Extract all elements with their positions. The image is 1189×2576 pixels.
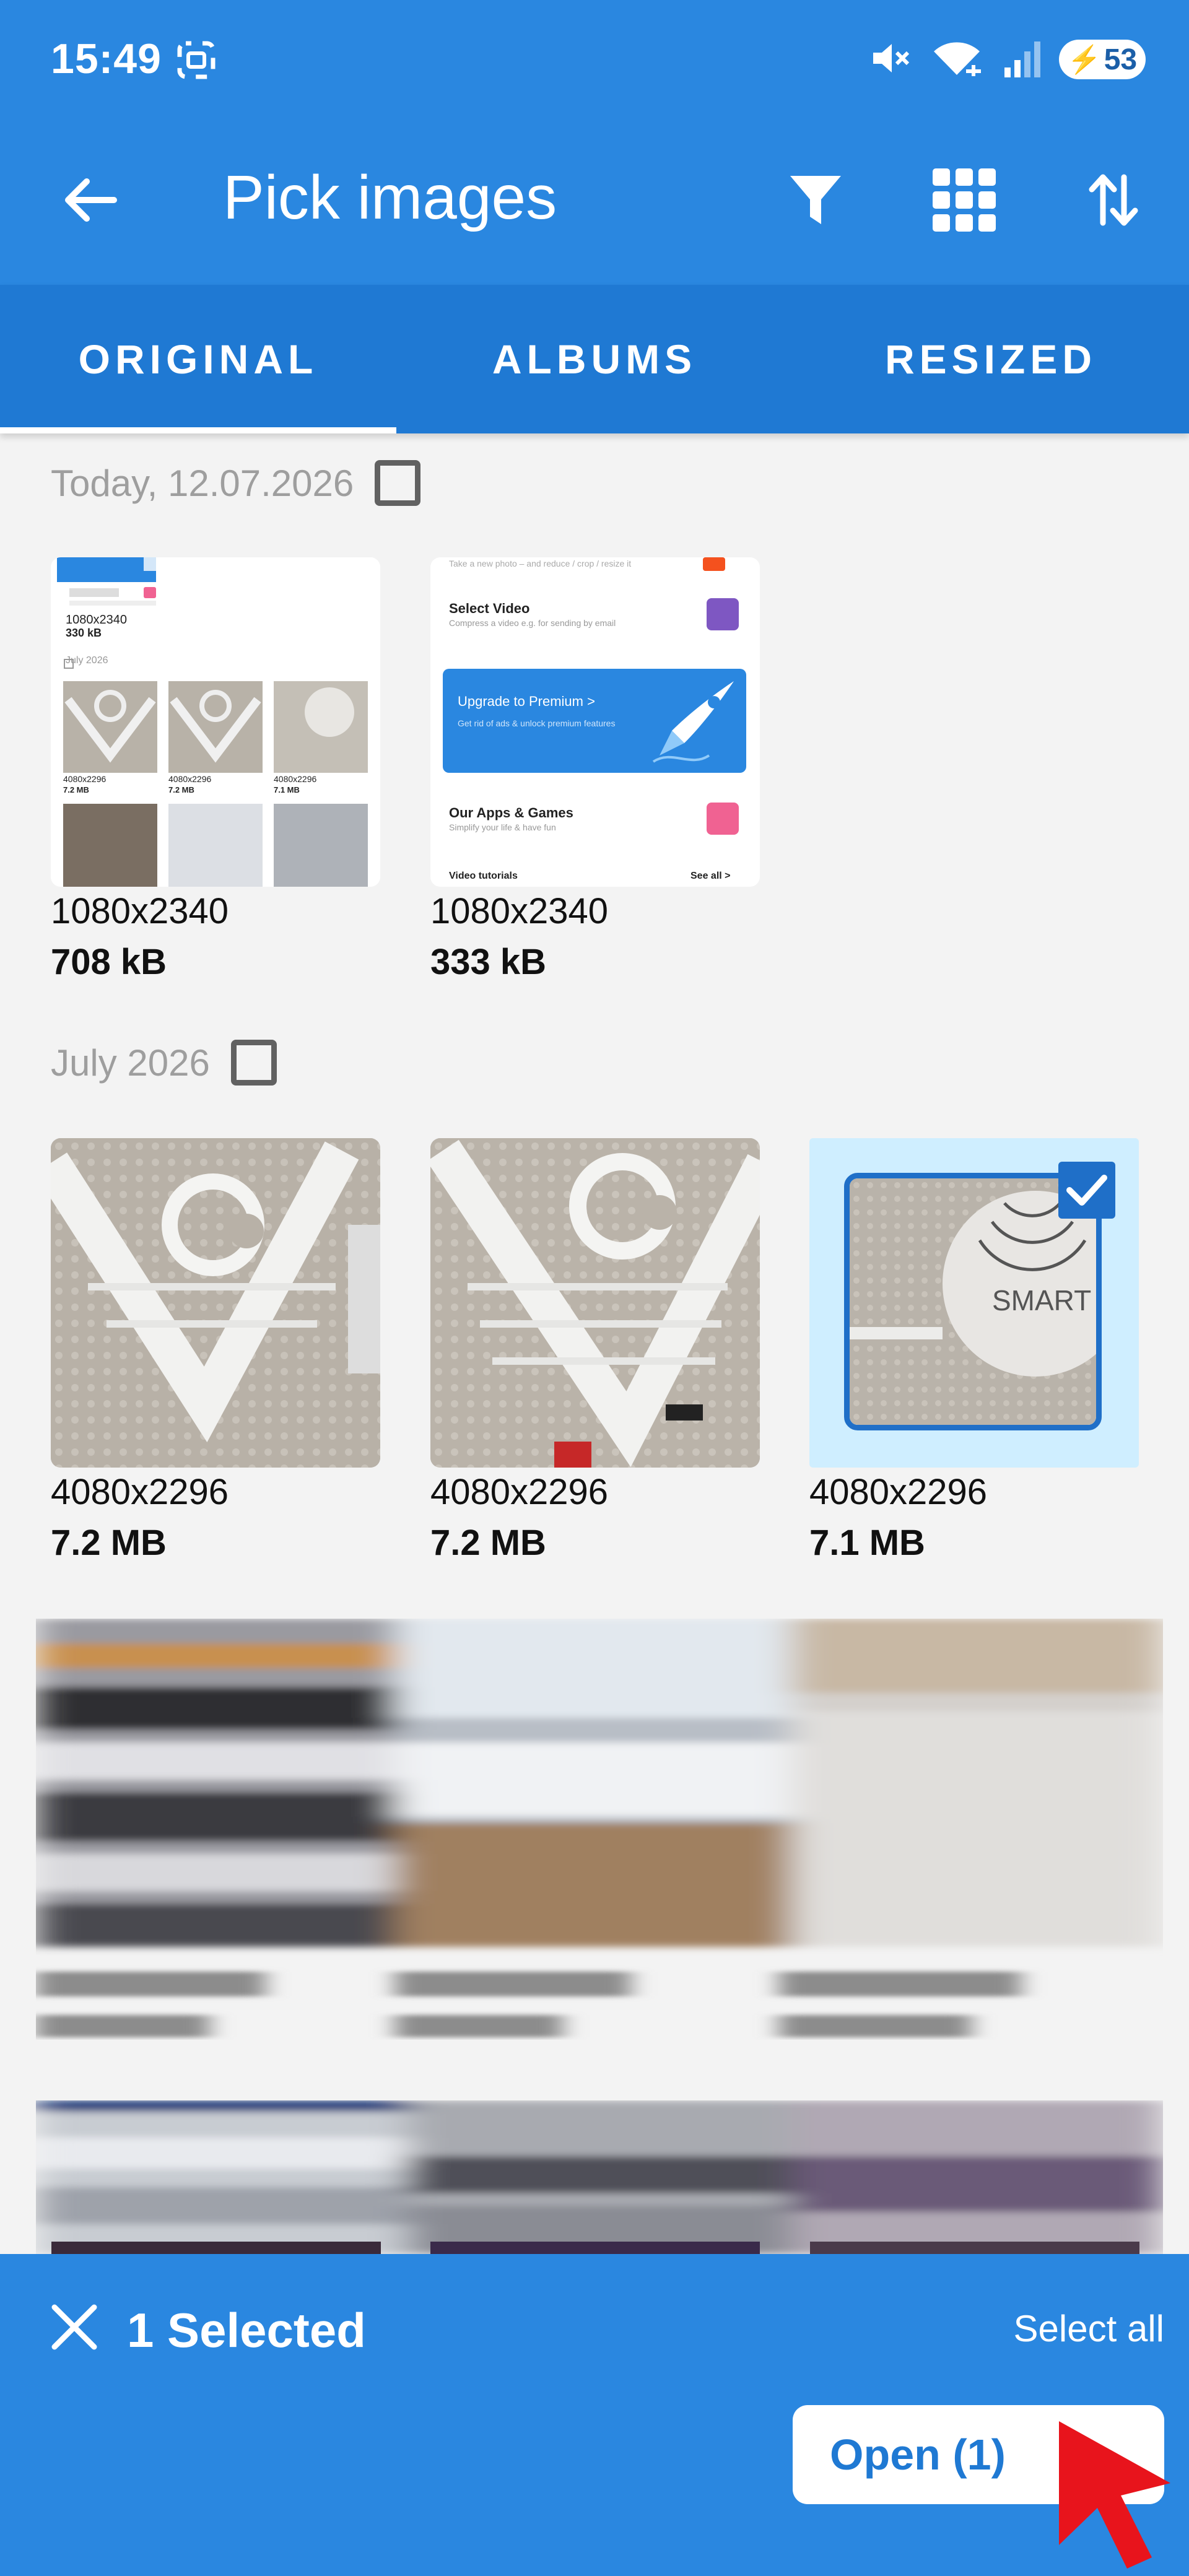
screenshot-preview	[51, 557, 380, 887]
tab-original[interactable]: ORIGINAL	[0, 285, 396, 433]
thumb-grid-size-1: 7.2 MB	[63, 785, 89, 794]
wifi-icon	[929, 37, 985, 83]
checkmark-icon	[1058, 1175, 1115, 1221]
image-thumbnail[interactable]	[430, 1138, 760, 1468]
image-thumbnail[interactable]: 1080x2340 330 kB July 2026 4080x2296 7.2…	[51, 557, 380, 887]
tab-bar: ORIGINAL ALBUMS RESIZED	[0, 285, 1189, 433]
thumb-text-res: 1080x2340	[66, 613, 127, 627]
thumb-text-premium-sub: Get rid of ads & unlock premium features	[458, 718, 616, 728]
image-size: 7.2 MB	[430, 1523, 546, 1563]
thumb-grid-res-2: 4080x2296	[168, 774, 212, 784]
status-icons: ⚡ 53	[867, 35, 1146, 84]
image-resolution: 4080x2296	[430, 1472, 609, 1512]
pointer-cursor-icon	[1053, 2415, 1177, 2570]
tab-albums[interactable]: ALBUMS	[396, 285, 793, 433]
sort-icon	[1086, 172, 1141, 231]
status-time: 15:49	[51, 35, 162, 82]
video-icon	[707, 598, 739, 630]
battery-indicator: ⚡ 53	[1059, 40, 1146, 79]
rocket-icon	[647, 675, 740, 771]
camera-badge-icon	[703, 557, 725, 571]
filter-icon	[788, 172, 843, 231]
select-section-checkbox[interactable]	[230, 1040, 277, 1086]
clear-selection-button[interactable]	[37, 2291, 111, 2365]
close-icon	[50, 2302, 99, 2355]
section-date-label: July 2026	[51, 1042, 210, 1084]
image-size: 333 kB	[430, 942, 547, 982]
back-button[interactable]	[56, 167, 124, 235]
image-size: 7.2 MB	[51, 1523, 167, 1563]
select-all-button[interactable]: Select all	[1014, 2307, 1164, 2350]
section-date-label: Today, 12.07.2026	[51, 462, 354, 504]
image-size: 7.1 MB	[809, 1523, 925, 1563]
thumb-grid-size-2: 7.2 MB	[168, 785, 194, 794]
loading-thumbnail-row	[36, 1619, 1163, 2040]
image-resolution: 4080x2296	[809, 1472, 988, 1512]
thumb-text-apps: Our Apps & Games	[449, 805, 573, 820]
grid-view-button[interactable]	[927, 164, 1001, 238]
photo-preview	[51, 1138, 380, 1468]
tab-resized[interactable]: RESIZED	[793, 285, 1189, 433]
filter-button[interactable]	[778, 164, 853, 238]
selection-bar: 1 Selected Select all Open (1)	[0, 2254, 1189, 2576]
premium-banner: Upgrade to Premium > Get rid of ads & un…	[443, 669, 746, 773]
image-thumbnail-selected[interactable]: SMART	[809, 1138, 1139, 1468]
blurred-thumbnails	[36, 2100, 1163, 2254]
blurred-thumbnails	[36, 1619, 1163, 2037]
selected-checkbox[interactable]	[1058, 1162, 1115, 1219]
screenshot-icon	[175, 38, 218, 82]
selected-count: 1 Selected	[127, 2303, 366, 2357]
thumb-grid-size-3: 7.1 MB	[274, 785, 300, 794]
image-resolution: 1080x2340	[51, 891, 229, 931]
brand-logo-text: SMART	[992, 1284, 1092, 1316]
app-bar: Pick images	[0, 124, 1189, 285]
image-size: 708 kB	[51, 942, 167, 982]
thumb-text-tutorials: Video tutorials	[449, 871, 518, 881]
loading-thumbnail-row	[36, 2100, 1163, 2254]
battery-level: 53	[1104, 43, 1138, 76]
arrow-left-icon	[62, 175, 118, 228]
image-thumbnail[interactable]	[51, 1138, 380, 1468]
image-resolution: 1080x2340	[430, 891, 609, 931]
thumb-text-top: Take a new photo – and reduce / crop / r…	[449, 559, 632, 568]
thumb-grid-res-3: 4080x2296	[274, 774, 317, 784]
section-header-today: Today, 12.07.2026	[51, 452, 421, 514]
grid-icon	[930, 166, 998, 237]
thumb-text-apps-sub: Simplify your life & have fun	[449, 822, 556, 832]
thumb-text-select-video: Select Video	[449, 601, 530, 616]
status-bar: 15:49 ⚡ 53	[0, 0, 1189, 124]
thumb-grid-res-1: 4080x2296	[63, 774, 107, 784]
thumb-text-select-video-sub: Compress a video e.g. for sending by ema…	[449, 618, 616, 628]
tab-indicator	[0, 427, 396, 433]
image-thumbnail[interactable]: Take a new photo – and reduce / crop / r…	[430, 557, 760, 887]
thumb-text-size: 330 kB	[66, 627, 102, 639]
page-title: Pick images	[223, 163, 557, 232]
signal-icon	[1003, 37, 1040, 83]
charging-icon: ⚡	[1067, 45, 1102, 75]
mute-icon	[867, 37, 910, 83]
apps-icon	[707, 803, 739, 835]
image-resolution: 4080x2296	[51, 1472, 229, 1512]
thumb-text-see-all: See all >	[690, 871, 731, 881]
photo-preview	[430, 1138, 760, 1468]
select-section-checkbox[interactable]	[375, 460, 421, 506]
thumb-text-date: July 2026	[66, 655, 108, 666]
sort-button[interactable]	[1076, 164, 1151, 238]
section-header-july: July 2026	[51, 1032, 277, 1094]
thumb-text-premium: Upgrade to Premium >	[458, 694, 595, 709]
